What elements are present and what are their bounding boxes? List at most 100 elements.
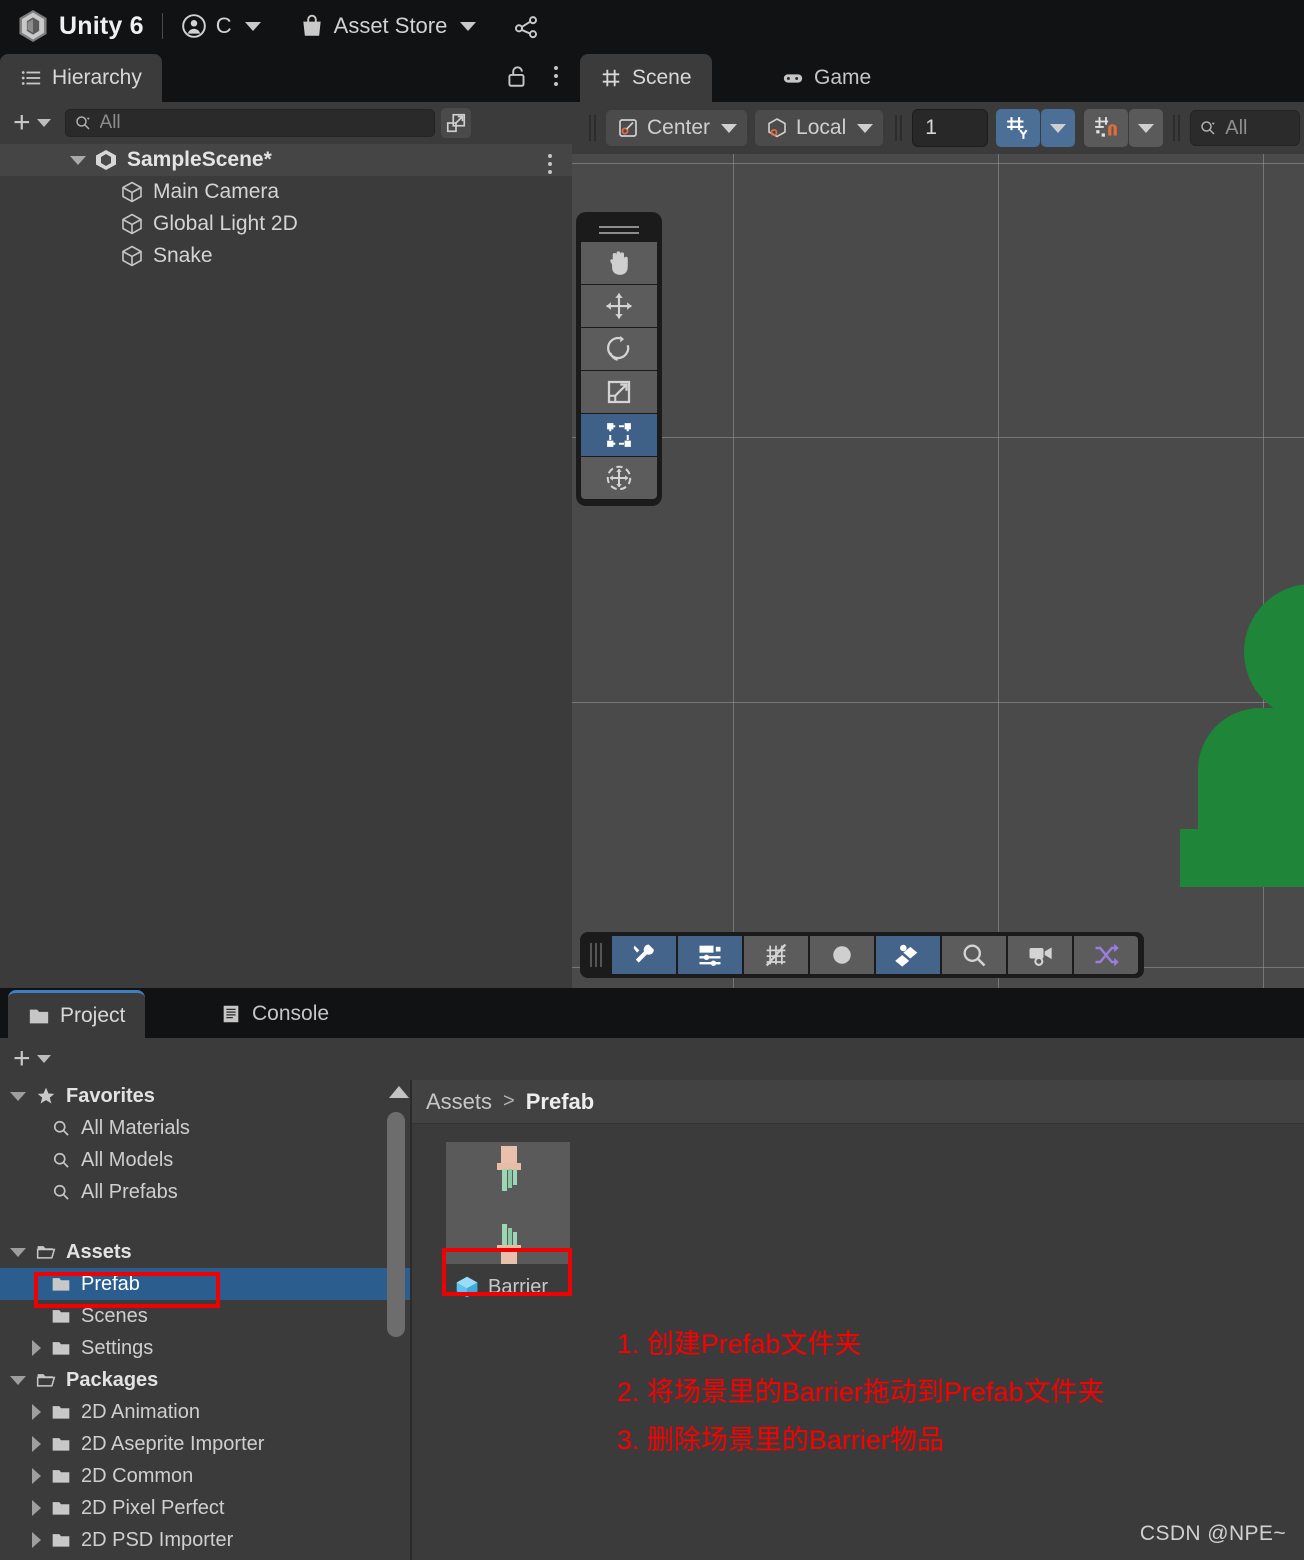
tab-hierarchy-label: Hierarchy <box>52 66 142 89</box>
tree-item-2d-common[interactable]: 2D Common <box>0 1460 412 1492</box>
foldout-icon[interactable] <box>32 1404 41 1420</box>
asset-store-menu[interactable]: Asset Store <box>299 13 477 39</box>
grid-axis-dropdown[interactable] <box>1041 109 1076 147</box>
transform-tool-button[interactable] <box>581 457 657 499</box>
grid-snap-toggle[interactable] <box>1084 109 1129 147</box>
foldout-icon[interactable] <box>10 1375 26 1385</box>
foldout-icon[interactable] <box>10 1247 26 1257</box>
chevron-down-icon <box>244 21 261 31</box>
tree-item-packages[interactable]: Packages <box>0 1364 412 1396</box>
breadcrumb-assets[interactable]: Assets <box>426 1089 492 1115</box>
tree-item-label: Settings <box>81 1336 154 1359</box>
tab-project[interactable]: Project <box>8 990 146 1038</box>
project-create-button[interactable]: + <box>13 1042 51 1075</box>
hierarchy-row-label: Main Camera <box>153 180 280 203</box>
grid-size-field[interactable]: 1 <box>912 109 989 147</box>
grid-visibility-button[interactable] <box>744 936 808 974</box>
toolbar-grip[interactable] <box>895 115 905 141</box>
chevron-down-icon <box>460 21 477 31</box>
grid-snap-dropdown[interactable] <box>1129 109 1164 147</box>
foldout-icon[interactable] <box>32 1468 41 1484</box>
scene-row-menu-button[interactable] <box>542 150 558 178</box>
tree-item-favorites[interactable]: Favorites <box>0 1080 412 1112</box>
hand-tool-button[interactable] <box>581 242 657 284</box>
scale-tool-button[interactable] <box>581 371 657 413</box>
pivot-center-icon <box>619 119 637 137</box>
tree-item-all-prefabs[interactable]: All Prefabs <box>0 1176 412 1208</box>
toolbar-grip[interactable] <box>589 115 599 141</box>
toolbar-grip[interactable] <box>1173 115 1183 141</box>
hierarchy-row-main-camera[interactable]: Main Camera <box>0 176 572 208</box>
hierarchy-menu-button[interactable] <box>548 62 564 90</box>
gizmos-tools-button[interactable] <box>612 936 676 974</box>
asset-item-barrier[interactable]: Barrier <box>446 1142 570 1306</box>
unity-logo-icon <box>19 10 47 42</box>
rect-tool-button[interactable] <box>581 414 657 456</box>
lock-open-icon[interactable] <box>504 63 530 89</box>
tree-item-2d-aseprite-importer[interactable]: 2D Aseprite Importer <box>0 1428 412 1460</box>
gizmos-shuffle-button[interactable] <box>1074 936 1138 974</box>
scrollbar-thumb[interactable] <box>387 1112 405 1337</box>
tree-item-label: Prefab <box>81 1272 140 1295</box>
create-object-button[interactable]: + <box>13 108 51 138</box>
foldout-icon[interactable] <box>70 155 86 165</box>
hierarchy-row-label: Snake <box>153 244 213 267</box>
foldout-icon[interactable] <box>32 1532 41 1548</box>
hierarchy-row-global-light-2d[interactable]: Global Light 2D <box>0 208 572 240</box>
rotate-tool-button[interactable] <box>581 328 657 370</box>
tree-item-all-models[interactable]: All Models <box>0 1144 412 1176</box>
hierarchy-search[interactable] <box>64 109 435 137</box>
tab-console[interactable]: Console <box>200 990 349 1038</box>
render-settings-button[interactable] <box>678 936 742 974</box>
scene-camera-button[interactable] <box>1008 936 1072 974</box>
tree-item-label: All Materials <box>81 1116 190 1139</box>
tree-item-prefab[interactable]: Prefab <box>0 1268 412 1300</box>
tree-item-settings[interactable]: Settings <box>0 1332 412 1364</box>
tree-item-assets[interactable]: Assets <box>0 1236 412 1268</box>
scene-search[interactable]: All <box>1190 110 1301 146</box>
tree-item-2d-animation[interactable]: 2D Animation <box>0 1396 412 1428</box>
pivot-mode-dropdown[interactable]: Center <box>606 110 748 146</box>
search-icon <box>1201 121 1215 135</box>
toolbar-divider <box>161 13 163 39</box>
grid-snap-magnet-icon <box>1095 117 1118 137</box>
layers-button[interactable] <box>876 936 940 974</box>
tree-item-label: 2D Common <box>81 1464 194 1487</box>
scene-search-button[interactable] <box>942 936 1006 974</box>
search-icon <box>963 944 986 967</box>
tab-hierarchy[interactable]: Hierarchy <box>0 54 162 102</box>
plus-icon: + <box>13 1042 31 1075</box>
foldout-icon[interactable] <box>10 1091 26 1101</box>
grid-axis-y-toggle[interactable] <box>996 109 1041 147</box>
handle-space-dropdown[interactable]: Local <box>755 110 884 146</box>
hierarchy-row-scene[interactable]: SampleScene* <box>0 144 572 176</box>
foldout-icon[interactable] <box>32 1500 41 1516</box>
tree-item-2d-pixel-perfect[interactable]: 2D Pixel Perfect <box>0 1492 412 1524</box>
tree-item-2d-psd-importer[interactable]: 2D PSD Importer <box>0 1524 412 1556</box>
chevron-down-icon <box>1050 123 1067 133</box>
account-menu[interactable]: C <box>181 13 261 39</box>
hierarchy-row-snake[interactable]: Snake <box>0 240 572 272</box>
tree-item-all-materials[interactable]: All Materials <box>0 1112 412 1144</box>
scene-lighting-button[interactable] <box>810 936 874 974</box>
tree-item-label: Packages <box>66 1368 159 1391</box>
hierarchy-search-input[interactable] <box>99 112 426 134</box>
foldout-spacer <box>32 1312 41 1321</box>
tab-game[interactable]: Game <box>762 54 891 102</box>
account-label: C <box>215 13 232 38</box>
tab-scene[interactable]: Scene <box>580 54 712 102</box>
scene-viewport[interactable] <box>572 154 1304 988</box>
grid-hidden-icon <box>765 943 787 967</box>
overlay-drag-handle[interactable] <box>581 218 657 242</box>
handle-space-label: Local <box>796 116 847 139</box>
project-tree-scrollbar[interactable] <box>385 1080 409 1560</box>
tools-wrench-icon <box>633 944 654 964</box>
foldout-icon[interactable] <box>32 1340 41 1356</box>
hierarchy-expand-button[interactable] <box>440 108 471 138</box>
foldout-icon[interactable] <box>32 1436 41 1452</box>
share-nodes-icon[interactable] <box>512 12 540 40</box>
scroll-up-arrow-icon[interactable] <box>389 1086 409 1098</box>
tree-item-scenes[interactable]: Scenes <box>0 1300 412 1332</box>
move-tool-button[interactable] <box>581 285 657 327</box>
toolbar-grip[interactable] <box>590 943 602 967</box>
